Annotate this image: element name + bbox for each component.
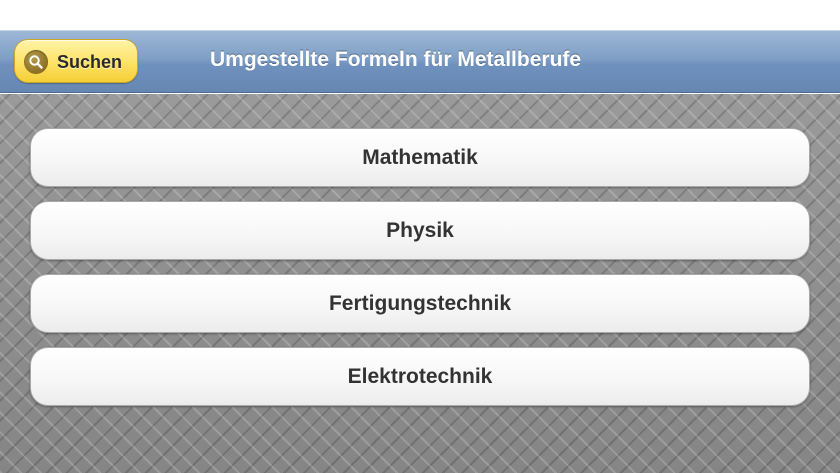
search-button-label: Suchen: [57, 52, 123, 72]
page-title: Umgestellte Formeln für Metallberufe: [210, 48, 582, 71]
menu-item-label: Mathematik: [362, 146, 478, 169]
menu-item-mathematik[interactable]: Mathematik: [30, 128, 810, 187]
search-icon: [24, 50, 48, 74]
navigation-bar: Suchen Umgestellte Formeln für Metallber…: [0, 31, 840, 93]
search-button[interactable]: Suchen: [14, 39, 138, 83]
status-bar: [0, 0, 840, 31]
category-list: Mathematik Physik Fertigungstechnik Elek…: [30, 128, 810, 420]
menu-item-label: Elektrotechnik: [347, 365, 493, 388]
menu-item-elektrotechnik[interactable]: Elektrotechnik: [30, 347, 810, 406]
content-area: Mathematik Physik Fertigungstechnik Elek…: [0, 94, 840, 473]
menu-item-label: Physik: [386, 219, 454, 242]
menu-item-label: Fertigungstechnik: [328, 292, 512, 315]
menu-item-fertigungstechnik[interactable]: Fertigungstechnik: [30, 274, 810, 333]
app-screen: Suchen Umgestellte Formeln für Metallber…: [0, 0, 840, 473]
menu-item-physik[interactable]: Physik: [30, 201, 810, 260]
